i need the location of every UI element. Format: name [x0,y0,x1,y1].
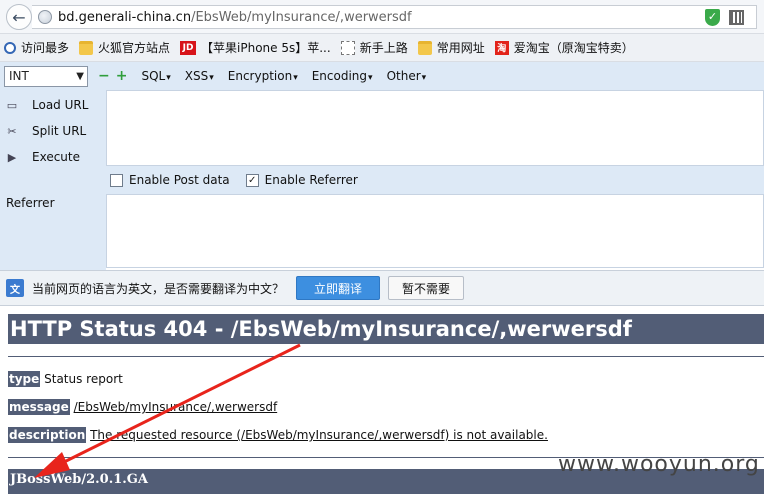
referrer-textarea[interactable] [106,194,764,268]
bookmark-firefox-site[interactable]: 火狐官方站点 [79,39,170,56]
translate-button[interactable]: 立即翻译 [296,276,381,300]
minus-icon[interactable]: − [98,68,110,84]
url-path: /EbsWeb/myInsurance/,werwersdf [191,10,412,25]
message-value: /EbsWeb/myInsurance/,werwersdf [73,400,278,414]
url-input[interactable]: bd.generali-china.cn/EbsWeb/myInsurance/… [32,5,757,29]
execute-label: Execute [32,150,80,164]
bookmark-common-sites[interactable]: 常用网址 [417,39,485,56]
taobao-icon: 淘 [494,40,509,55]
bookmark-label: 访问最多 [21,41,70,55]
checkbox-checked-icon[interactable]: ✓ [245,173,259,187]
execute-button[interactable]: ▶ Execute [4,146,80,168]
hackbar-actions: ▭ Load URL ✂ Split URL ▶ Execute [0,90,106,270]
description-value: The requested resource (/EbsWeb/myInsura… [90,428,548,442]
qr-code-icon[interactable] [729,10,744,25]
load-url-label: Load URL [32,98,89,112]
menu-other[interactable]: Other [387,69,427,83]
type-label: type [8,371,41,387]
bookmark-label: 新手上路 [359,41,408,55]
chevron-down-icon: ▼ [76,70,84,82]
plus-icon[interactable]: + [116,68,128,84]
menu-encryption[interactable]: Encryption [228,69,298,83]
message-line: message /EbsWeb/myInsurance/,werwersdf [8,399,278,415]
translate-message: 当前网页的语言为英文，是否需要翻译为中文？ [32,281,285,296]
menu-sql[interactable]: SQL [141,69,170,83]
watermark: www.wooyun.org [558,452,760,477]
search-icon [4,41,16,54]
back-button[interactable]: ← [6,4,32,30]
description-line: description The requested resource (/Ebs… [8,427,548,443]
type-value: Status report [44,372,123,386]
type-select[interactable]: INT ▼ [4,65,88,87]
bookmark-label: 【苹果iPhone 5s】苹... [201,41,331,55]
page-title: HTTP Status 404 - /EbsWeb/myInsurance/,w… [8,314,764,344]
message-label: message [8,399,70,415]
enable-post-checkbox[interactable]: Enable Post data [110,173,230,187]
bookmark-iphone[interactable]: JD 【苹果iPhone 5s】苹... [180,39,331,56]
url-host: bd.generali-china.cn [58,10,192,25]
bookmark-label: 爱淘宝（原淘宝特卖） [513,41,634,55]
url-textarea[interactable] [106,90,764,166]
security-shield-icon[interactable]: ✓ [705,9,720,26]
back-arrow-icon: ← [12,7,26,27]
description-label: description [8,427,87,443]
enable-referrer-checkbox[interactable]: ✓ Enable Referrer [245,173,358,187]
split-url-button[interactable]: ✂ Split URL [4,120,86,142]
globe-icon [38,10,52,24]
bookmark-label: 常用网址 [436,41,485,55]
hackbar-toolbar: INT ▼ − + SQL XSS Encryption Encoding Oth… [0,62,764,90]
bookmark-newbie[interactable]: 新手上路 [340,39,408,56]
play-icon: ▶ [7,150,17,164]
divider [8,356,764,357]
folder-icon [79,40,94,55]
bookmark-most-visited[interactable]: 访问最多 [4,39,69,56]
enable-post-label: Enable Post data [129,173,230,187]
bookmarks-bar: 访问最多 火狐官方站点 JD 【苹果iPhone 5s】苹... 新手上路 常用网… [0,34,764,62]
enable-referrer-label: Enable Referrer [264,173,358,187]
url-text: bd.generali-china.cn/EbsWeb/myInsurance/… [58,10,412,25]
split-url-label: Split URL [32,124,87,138]
scissors-icon: ✂ [7,124,17,138]
hackbar-options: Enable Post data ✓ Enable Referrer [106,166,764,194]
type-line: type Status report [8,371,123,387]
type-select-value: INT [9,68,29,83]
address-bar-row: ← bd.generali-china.cn/EbsWeb/myInsuranc… [0,0,764,34]
dismiss-translate-button[interactable]: 暂不需要 [388,276,465,300]
load-url-button[interactable]: ▭ Load URL [4,94,89,116]
jd-icon: JD [180,40,197,55]
menu-encoding[interactable]: Encoding [312,69,373,83]
menu-xss[interactable]: XSS [185,69,214,83]
load-url-icon: ▭ [6,98,18,112]
page-icon [340,40,355,55]
translate-bar: 文 当前网页的语言为英文，是否需要翻译为中文？ 立即翻译 暂不需要 [0,270,764,306]
bookmark-label: 火狐官方站点 [98,41,171,55]
referrer-label: Referrer [6,196,55,210]
checkbox-unchecked[interactable] [110,173,123,187]
folder-icon [417,40,432,55]
bookmark-taobao[interactable]: 淘爱淘宝（原淘宝特卖） [494,39,634,56]
translate-icon: 文 [6,279,24,297]
